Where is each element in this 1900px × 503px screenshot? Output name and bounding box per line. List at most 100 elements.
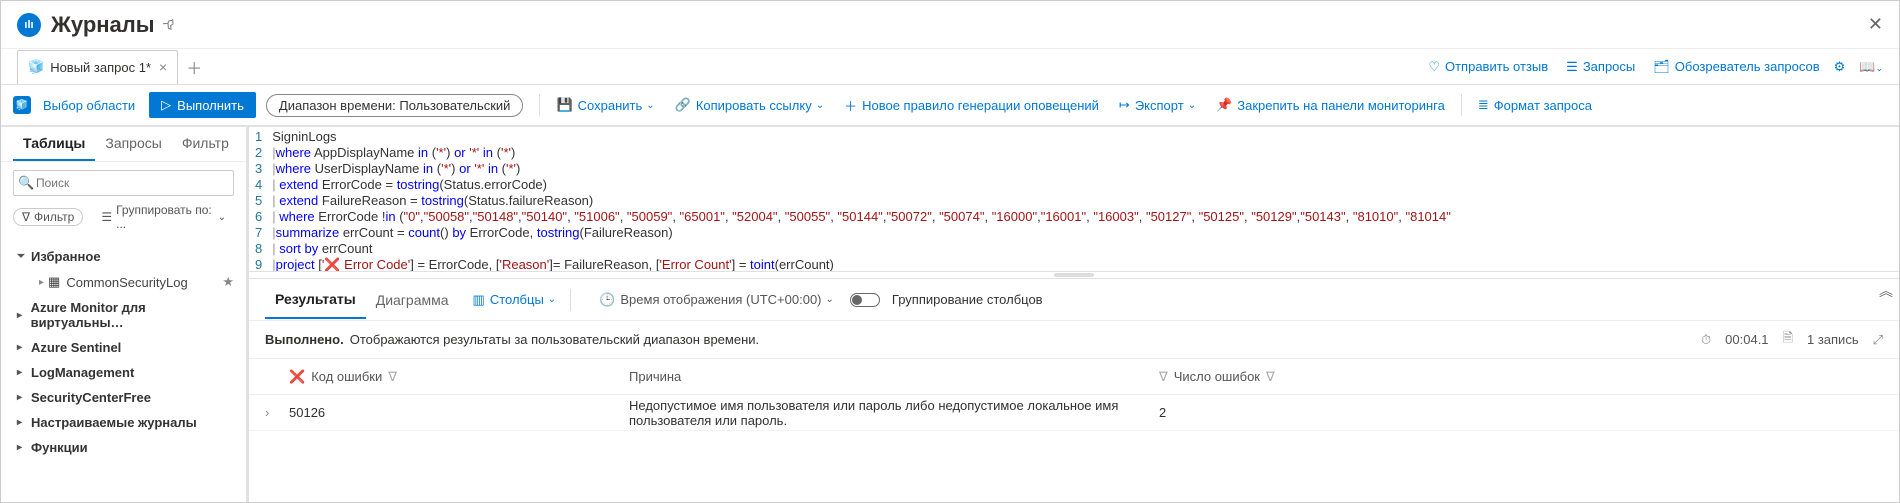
status-done: Выполнено. — [265, 332, 344, 347]
sidebar-group[interactable]: ⏷Избранное — [1, 244, 246, 269]
error-x-icon: ❌ — [289, 369, 305, 385]
feedback-link[interactable]: ♡ Отправить отзыв — [1428, 59, 1548, 75]
sidebar-tab-queries[interactable]: Запросы — [95, 127, 171, 161]
queries-link[interactable]: ☰ Запросы — [1566, 59, 1635, 75]
query-toolbar: 🧊 Выбор области ▷ Выполнить Диапазон вре… — [1, 85, 1899, 127]
caret-icon: ▸ — [17, 310, 27, 321]
record-count: 1 запись — [1807, 332, 1859, 347]
select-scope-link[interactable]: Выбор области — [43, 98, 135, 113]
new-alert-button[interactable]: ＋Новое правило генерации оповещений — [844, 96, 1099, 115]
copy-link-button[interactable]: 🔗Копировать ссылку⌄ — [675, 97, 824, 113]
table-icon: ▦ — [48, 274, 60, 290]
chevron-down-icon: ⌄ — [816, 100, 824, 111]
chevron-down-icon: ⌄ — [1188, 100, 1196, 111]
sidebar-group[interactable]: ▸SecurityCenterFree — [1, 385, 246, 410]
collapse-results-icon[interactable]: ︽ — [1879, 281, 1893, 301]
play-icon: ▷ — [161, 97, 171, 113]
page-title: Журналы — [51, 12, 155, 38]
logs-icon: ılı — [17, 13, 41, 37]
tab-close-icon[interactable]: × — [159, 59, 167, 75]
chevron-down-icon: ⌄ — [548, 294, 556, 305]
link-icon: 🔗 — [675, 97, 691, 113]
caret-icon: ▸ — [17, 367, 27, 378]
col-reason[interactable]: Причина — [629, 369, 681, 384]
funnel-icon[interactable]: ∇ — [1266, 369, 1275, 385]
results-tab[interactable]: Результаты — [265, 281, 366, 319]
records-icon: 🗎 — [1783, 329, 1793, 351]
query-tab-icon: 🧊 — [28, 59, 44, 75]
query-tab-strip: 🧊 Новый запрос 1* × ＋ ♡ Отправить отзыв … — [1, 49, 1899, 85]
schema-sidebar: Таблицы Запросы Фильтр 🔍 ∇Фильтр ☰Группи… — [1, 127, 249, 502]
editor-code[interactable]: SigninLogs|where AppDisplayName in ('*')… — [272, 127, 1899, 271]
clock-icon: 🕒 — [599, 292, 615, 308]
group-columns-toggle[interactable] — [850, 293, 880, 307]
elapsed-time: 00:04.1 — [1725, 332, 1768, 347]
save-icon: 💾 — [556, 97, 572, 113]
sidebar-group[interactable]: ▸Azure Sentinel — [1, 335, 246, 360]
cell-error-code: 50126 — [289, 405, 629, 420]
add-tab-button[interactable]: ＋ — [186, 55, 202, 79]
format-query-button[interactable]: ≣Формат запроса — [1478, 97, 1592, 113]
results-toolbar: Результаты Диаграмма ▥Столбцы⌄ 🕒Время от… — [249, 279, 1899, 321]
sidebar-tab-tables[interactable]: Таблицы — [13, 127, 95, 161]
scope-icon[interactable]: 🧊 — [13, 96, 31, 114]
funnel-icon[interactable]: ∇ — [1159, 369, 1168, 385]
expand-icon[interactable]: ⤢ — [1873, 332, 1883, 348]
table-row[interactable]: ›50126Недопустимое имя пользователя или … — [249, 395, 1899, 431]
plus-icon: ＋ — [844, 96, 857, 115]
sidebar-search: 🔍 — [13, 170, 234, 196]
list-icon: ☰ — [1566, 59, 1578, 75]
star-icon[interactable]: ★ — [222, 274, 234, 290]
heart-icon: ♡ — [1428, 59, 1440, 75]
group-icon: ☰ — [101, 210, 112, 224]
toolbar-separator — [1461, 94, 1462, 116]
query-tab[interactable]: 🧊 Новый запрос 1* × — [17, 50, 178, 84]
sidebar-table-item[interactable]: ▸▦CommonSecurityLog★ — [1, 269, 246, 295]
run-button[interactable]: ▷ Выполнить — [149, 92, 256, 118]
expand-row-icon[interactable]: › — [265, 405, 289, 420]
results-header-row: ❌ Код ошибки ∇ Причина ∇ Число ошибок ∇ — [249, 359, 1899, 395]
toolbar-separator — [539, 94, 540, 116]
chart-tab[interactable]: Диаграмма — [366, 282, 459, 318]
page-header: ılı Журналы ✕ — [1, 1, 1899, 49]
query-tab-label: Новый запрос 1* — [50, 60, 151, 75]
sidebar-groupby-chip[interactable]: ☰Группировать по: ...⌄ — [93, 202, 234, 232]
horizontal-splitter[interactable] — [249, 271, 1899, 279]
close-button[interactable]: ✕ — [1868, 14, 1883, 35]
funnel-icon[interactable]: ∇ — [388, 369, 397, 385]
sidebar-tabs: Таблицы Запросы Фильтр — [1, 127, 246, 162]
pin-dashboard-button[interactable]: 📌Закрепить на панели мониторинга — [1216, 97, 1445, 113]
sidebar-group[interactable]: ▸LogManagement — [1, 360, 246, 385]
query-editor[interactable]: 123456789 SigninLogs|where AppDisplayNam… — [249, 127, 1899, 271]
export-button[interactable]: ↦Экспорт⌄ — [1119, 97, 1196, 113]
sidebar-filter-chip[interactable]: ∇Фильтр — [13, 208, 83, 226]
cell-error-count: 2 — [1159, 405, 1166, 420]
pin-icon[interactable] — [163, 18, 177, 32]
editor-gutter: 123456789 — [249, 127, 272, 271]
sidebar-tab-filter[interactable]: Фильтр — [172, 127, 239, 161]
status-bar: Выполнено. Отображаются результаты за по… — [249, 321, 1899, 359]
help-icon[interactable]: 📖⌄ — [1859, 59, 1883, 75]
pin-icon: 📌 — [1216, 97, 1232, 113]
chevron-down-icon: ⌄ — [826, 294, 834, 305]
caret-icon: ▸ — [17, 392, 27, 403]
caret-icon: ▸ — [17, 342, 27, 353]
time-range-chip[interactable]: Диапазон времени: Пользовательский — [266, 94, 524, 117]
col-error-code[interactable]: Код ошибки — [311, 369, 382, 384]
sidebar-group[interactable]: ▸Azure Monitor для виртуальны… — [1, 295, 246, 335]
group-columns-label: Группирование столбцов — [892, 292, 1043, 307]
col-error-count[interactable]: Число ошибок — [1174, 369, 1260, 384]
sidebar-search-input[interactable] — [13, 170, 234, 196]
status-text: Отображаются результаты за пользовательс… — [350, 332, 759, 347]
columns-icon: ▥ — [473, 292, 485, 308]
display-time-button[interactable]: 🕒Время отображения (UTC+00:00)⌄ — [599, 292, 834, 308]
query-explorer-link[interactable]: 🗂 Обозреватель запросов — [1653, 59, 1819, 75]
columns-button[interactable]: ▥Столбцы⌄ — [473, 292, 557, 308]
cell-reason: Недопустимое имя пользователя или пароль… — [629, 398, 1159, 428]
sidebar-group[interactable]: ▸Настраиваемые журналы — [1, 410, 246, 435]
chevron-down-icon: ⌄ — [646, 100, 654, 111]
save-button[interactable]: 💾Сохранить⌄ — [556, 97, 654, 113]
sidebar-group[interactable]: ▸Функции — [1, 435, 246, 460]
explorer-icon: 🗂 — [1653, 59, 1670, 75]
settings-icon[interactable]: ⚙ — [1834, 59, 1846, 75]
